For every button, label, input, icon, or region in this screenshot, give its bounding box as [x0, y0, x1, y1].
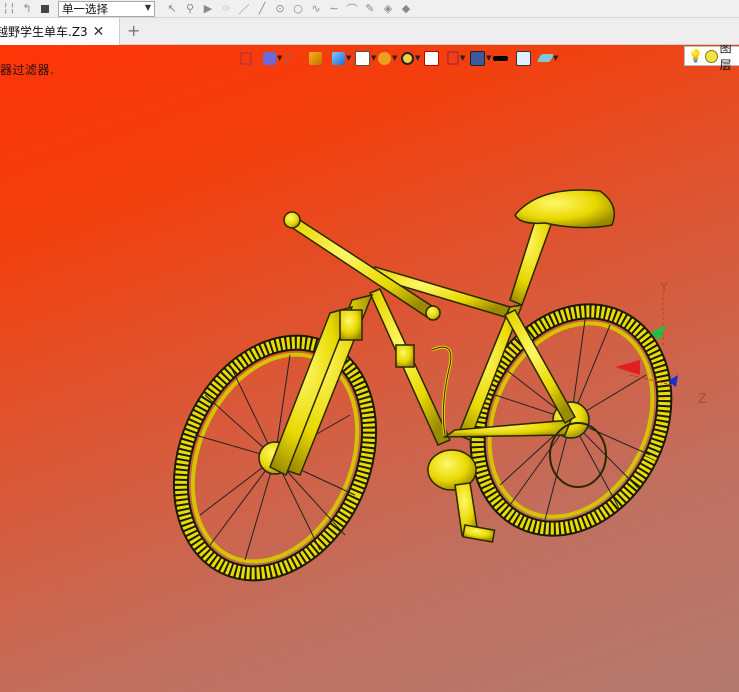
layer-icon[interactable]: ◈: [379, 1, 397, 17]
chevron-down-icon: ▼: [144, 2, 151, 12]
add-tab-icon[interactable]: +: [127, 21, 140, 40]
arc-icon[interactable]: ⌒: [343, 1, 361, 17]
toolbar: ╎╎ ↰ 单一选择 ▼ ↖ ⚲ ▶ ⁘ ／ ╱ ⊙ ○ ∿ ∼ ⌒ ✎ ◈ ◆: [0, 0, 739, 18]
spline-icon[interactable]: ∼: [325, 1, 343, 17]
rotate-icon[interactable]: ○: [289, 1, 307, 17]
undo-icon[interactable]: ↰: [18, 1, 36, 17]
points-icon[interactable]: ⁘: [217, 1, 235, 17]
selection-mode-dropdown[interactable]: 单一选择 ▼: [58, 0, 155, 17]
cursor-icon[interactable]: ↖: [163, 1, 181, 17]
paint-icon[interactable]: ◆: [397, 1, 415, 17]
pen-icon[interactable]: ✎: [361, 1, 379, 17]
selection-mode-label: 单一选择: [62, 1, 108, 16]
stop-icon[interactable]: [36, 1, 54, 17]
filter-icon[interactable]: ╎╎: [0, 1, 18, 17]
select-chain-icon[interactable]: ⚲: [181, 1, 199, 17]
z-axis-label: Z: [698, 392, 707, 407]
tab-bar: 越野学生单车.Z3 ✕ +: [0, 18, 739, 45]
document-tab-label: 越野学生单车.Z3: [0, 25, 88, 39]
3d-viewport[interactable]: 器过滤器. ▼ ▼ ▼ ▼ ▼ ▼ ▼ ▼ 💡 图层 Y Z: [0, 45, 739, 692]
circle-icon[interactable]: ⊙: [271, 1, 289, 17]
close-icon[interactable]: ✕: [93, 24, 105, 40]
y-axis-label: Y: [659, 281, 668, 296]
line2-icon[interactable]: ╱: [253, 1, 271, 17]
line-icon[interactable]: ／: [235, 1, 253, 17]
document-tab[interactable]: 越野学生单车.Z3 ✕: [0, 18, 120, 45]
curve-icon[interactable]: ∿: [307, 1, 325, 17]
bicycle-model[interactable]: Y Z: [0, 45, 739, 692]
frame: [269, 189, 615, 543]
play-icon[interactable]: ▶: [199, 1, 217, 17]
